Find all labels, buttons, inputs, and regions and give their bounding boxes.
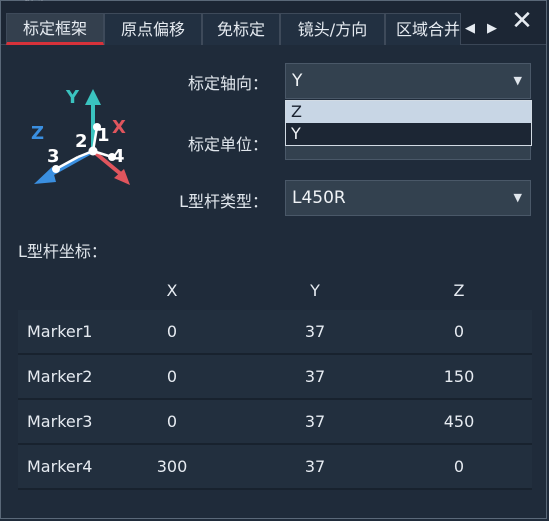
axis-direction-label: 标定轴向： xyxy=(187,74,268,93)
cell-z[interactable]: 450 xyxy=(429,400,489,443)
axis-direction-dropdown: Z Y xyxy=(285,100,532,146)
tab-list: 标定框架 原点偏移 免标定 镜头/方向 区域合并 xyxy=(6,13,461,45)
marker-number-3: 3 xyxy=(47,146,60,167)
unit-select[interactable] xyxy=(285,146,531,160)
table-row[interactable]: Marker1 0 37 0 xyxy=(18,310,532,355)
z-axis-label: Z xyxy=(31,123,44,144)
close-icon[interactable]: ✕ xyxy=(508,7,536,35)
tab-calibration-frame[interactable]: 标定框架 xyxy=(6,13,104,45)
marker-number-2: 2 xyxy=(75,131,88,152)
tab-region-merge[interactable]: 区域合并 xyxy=(385,13,461,45)
marker-number-1: 1 xyxy=(97,125,110,146)
axis-direction-select[interactable]: Y ▼ xyxy=(285,63,531,99)
cell-x[interactable]: 0 xyxy=(142,310,202,353)
rod-coordinates-label: L型杆坐标： xyxy=(18,242,107,261)
chevron-down-icon: ▼ xyxy=(513,191,522,204)
calibration-window: 标定 标定框架 原点偏移 免标定 镜头/方向 区域合并 ◀ ▶ ✕ Y Z X … xyxy=(0,0,547,519)
column-header-x: X xyxy=(166,281,178,300)
tab-bar: 标定框架 原点偏移 免标定 镜头/方向 区域合并 ◀ ▶ ✕ xyxy=(1,1,546,45)
dropdown-option-z[interactable]: Z xyxy=(286,101,531,123)
cell-z[interactable]: 150 xyxy=(429,355,489,398)
y-axis-arrow xyxy=(85,89,101,105)
chevron-down-icon: ▼ xyxy=(513,74,522,87)
row-name: Marker4 xyxy=(27,457,93,476)
table-row[interactable]: Marker4 300 37 0 xyxy=(18,445,532,490)
cell-y[interactable]: 37 xyxy=(285,355,345,398)
table-row[interactable]: Marker2 0 37 150 xyxy=(18,355,532,400)
tab-no-calibration[interactable]: 免标定 xyxy=(202,13,280,45)
row-name: Marker3 xyxy=(27,412,93,431)
row-name: Marker1 xyxy=(27,322,93,341)
tab-origin-offset[interactable]: 原点偏移 xyxy=(104,13,202,45)
rod-type-select[interactable]: L450R ▼ xyxy=(285,180,531,216)
triangle-right-icon[interactable]: ▶ xyxy=(483,13,501,45)
column-header-y: Y xyxy=(310,281,320,300)
table-row[interactable]: Marker3 0 37 450 xyxy=(18,400,532,445)
dropdown-option-y[interactable]: Y xyxy=(286,123,531,145)
cell-z[interactable]: 0 xyxy=(429,445,489,488)
cell-x[interactable]: 300 xyxy=(142,445,202,488)
column-header-z: Z xyxy=(453,281,465,300)
coordinates-table: X Y Z Marker1 0 37 0 Marker2 0 37 150 Ma… xyxy=(18,268,532,490)
cell-x[interactable]: 0 xyxy=(142,400,202,443)
axes-diagram-icon: Y Z X 1 2 3 4 xyxy=(31,87,130,185)
marker-dot-center xyxy=(88,146,98,156)
cell-z[interactable]: 0 xyxy=(429,310,489,353)
cell-x[interactable]: 0 xyxy=(142,355,202,398)
axis-direction-value: Y xyxy=(292,71,303,91)
rod-type-label: L型杆类型： xyxy=(179,192,268,211)
marker-number-4: 4 xyxy=(112,146,125,167)
triangle-left-icon[interactable]: ◀ xyxy=(461,13,479,45)
cell-y[interactable]: 37 xyxy=(285,400,345,443)
table-header: X Y Z xyxy=(18,268,532,310)
y-axis-label: Y xyxy=(65,87,80,108)
x-axis-label: X xyxy=(112,117,126,138)
rod-type-value: L450R xyxy=(292,188,346,208)
cell-y[interactable]: 37 xyxy=(285,445,345,488)
row-name: Marker2 xyxy=(27,367,93,386)
cell-y[interactable]: 37 xyxy=(285,310,345,353)
unit-label: 标定单位： xyxy=(187,135,268,154)
tab-lens-direction[interactable]: 镜头/方向 xyxy=(280,13,385,45)
